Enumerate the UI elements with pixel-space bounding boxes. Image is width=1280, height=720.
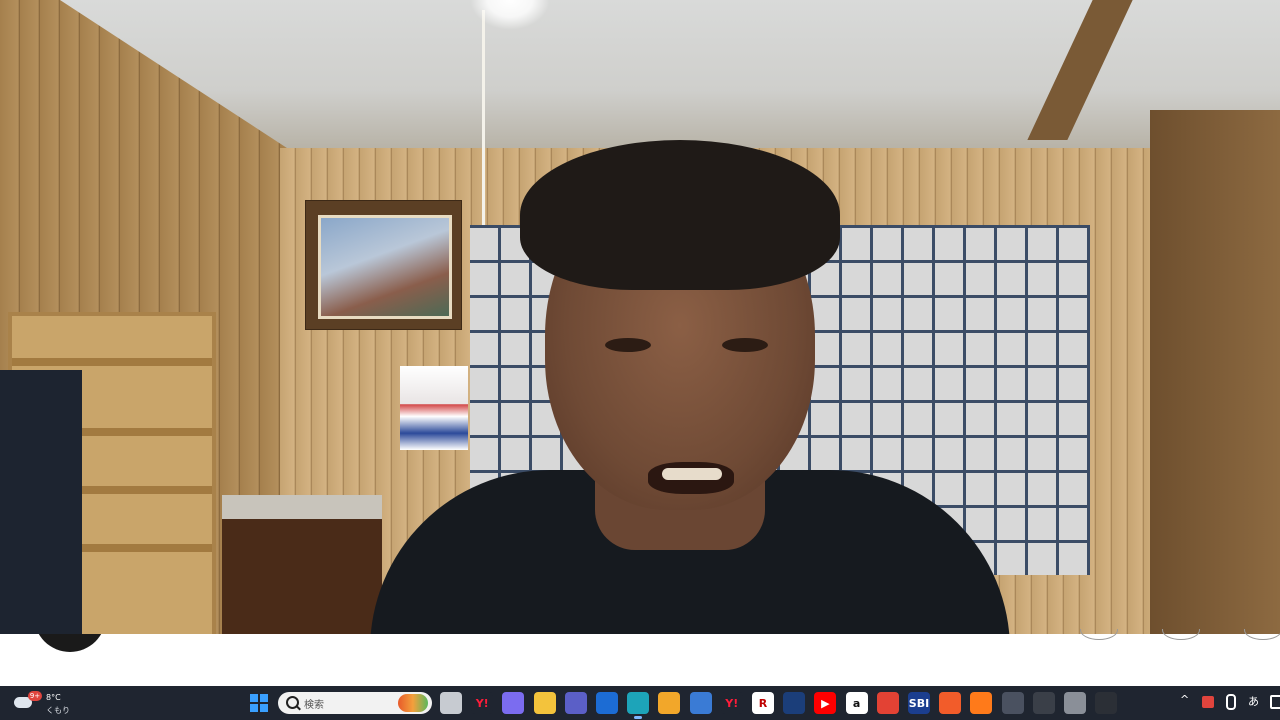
cabinet-top	[222, 495, 382, 519]
person-eye	[605, 338, 651, 352]
tray-app-icon[interactable]	[1202, 696, 1214, 708]
weather-widget[interactable]: 9+ 8°C くもり	[10, 690, 70, 716]
sports-app-icon[interactable]	[876, 692, 899, 714]
cabinet	[222, 495, 382, 634]
firefox-icon[interactable]	[970, 692, 993, 714]
framed-painting	[305, 200, 462, 330]
rakuten-icon[interactable]: R	[752, 692, 774, 714]
yahoo-icon[interactable]: Y!	[471, 692, 494, 714]
right-wall	[1150, 110, 1280, 634]
file-explorer-icon[interactable]	[533, 692, 556, 714]
person-hair	[520, 140, 840, 290]
amazon-icon[interactable]: a	[845, 692, 868, 714]
youtube-icon[interactable]: ▶	[814, 692, 837, 714]
network-app-icon[interactable]	[1001, 692, 1024, 714]
edge-icon[interactable]	[627, 692, 650, 719]
edge-beta-icon[interactable]	[596, 692, 618, 714]
news-app-icon[interactable]	[783, 692, 806, 714]
microphone-icon[interactable]	[1226, 694, 1236, 710]
notification-icon[interactable]	[1270, 695, 1280, 709]
wall-poster	[400, 366, 468, 450]
yahoo-shopping-icon[interactable]: Y!	[720, 692, 743, 714]
notification-badge: 9+	[28, 691, 42, 701]
person-eye	[722, 338, 768, 352]
taskbar: 9+ 8°C くもり 検索 Y! Y! R ▶ a SBI ^ あ	[0, 686, 1280, 720]
sbi-icon[interactable]: SBI	[908, 692, 930, 714]
weather-condition: くもり	[46, 706, 70, 715]
video-controls-strip	[0, 634, 1280, 686]
obs-icon[interactable]	[1032, 692, 1055, 714]
teams-icon[interactable]	[564, 692, 587, 714]
copilot-icon[interactable]	[502, 692, 525, 714]
microsoft-store-icon[interactable]	[689, 692, 712, 714]
show-hidden-icons-chevron[interactable]: ^	[1180, 693, 1189, 706]
chrome-icon[interactable]	[1064, 692, 1086, 714]
search-icon	[286, 696, 299, 709]
search-placeholder: 検索	[304, 700, 324, 711]
search-box[interactable]: 検索	[278, 692, 432, 714]
painting-canvas	[318, 215, 452, 319]
chrome-canary-icon[interactable]	[658, 692, 681, 714]
task-view-icon[interactable]	[440, 692, 462, 714]
windows-start-icon[interactable]	[250, 694, 268, 712]
weather-temperature: 8°C	[46, 693, 61, 702]
webcam-video-frame	[0, 0, 1280, 634]
ime-indicator[interactable]: あ	[1248, 693, 1259, 709]
active-indicator	[634, 716, 643, 719]
shopping-bag-icon[interactable]	[939, 692, 962, 714]
search-highlight-icon	[398, 694, 428, 712]
computer-monitor	[0, 370, 82, 634]
person-teeth	[662, 468, 722, 480]
camera-app-icon[interactable]	[1095, 692, 1118, 714]
shelf-board	[12, 358, 212, 366]
